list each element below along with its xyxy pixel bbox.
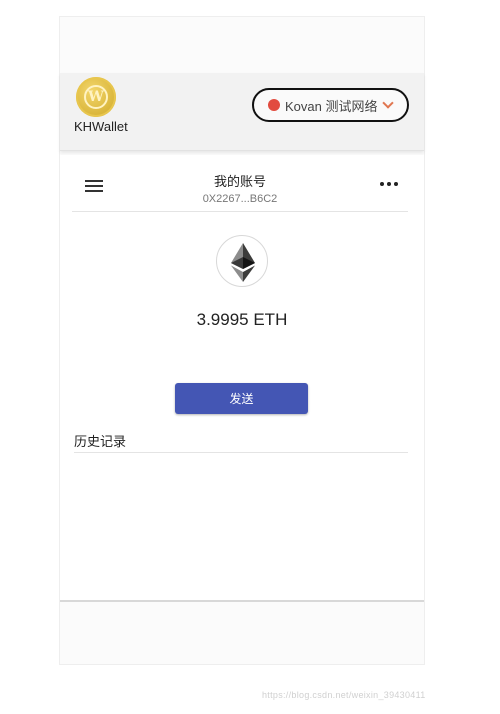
account-card: 我的账号 0X2267...B6C2 3.9995 ETH 发送 历史记录: [60, 155, 424, 602]
send-button[interactable]: 发送: [175, 383, 308, 414]
network-status-dot: [268, 99, 280, 111]
history-title: 历史记录: [74, 431, 408, 453]
ethereum-icon: [216, 235, 268, 287]
app-header: W KHWallet Kovan 测试网络: [60, 73, 424, 151]
app-logo[interactable]: W: [76, 77, 116, 117]
watermark-text: https://blog.csdn.net/weixin_39430411: [262, 690, 426, 700]
account-bar: 我的账号 0X2267...B6C2: [72, 155, 408, 212]
wordpress-logo-icon: W: [84, 85, 108, 109]
more-options-icon[interactable]: [380, 182, 398, 188]
app-name: KHWallet: [74, 119, 128, 134]
wallet-popup: W KHWallet Kovan 测试网络 我的账号 0X2267...B6C2: [60, 17, 424, 664]
chevron-down-icon: [382, 97, 395, 109]
account-address[interactable]: 0X2267...B6C2: [72, 193, 408, 205]
account-title[interactable]: 我的账号: [72, 171, 408, 190]
network-label: Kovan 测试网络: [285, 98, 378, 114]
eth-balance: 3.9995 ETH: [196, 310, 288, 329]
network-selector[interactable]: Kovan 测试网络: [252, 88, 409, 122]
